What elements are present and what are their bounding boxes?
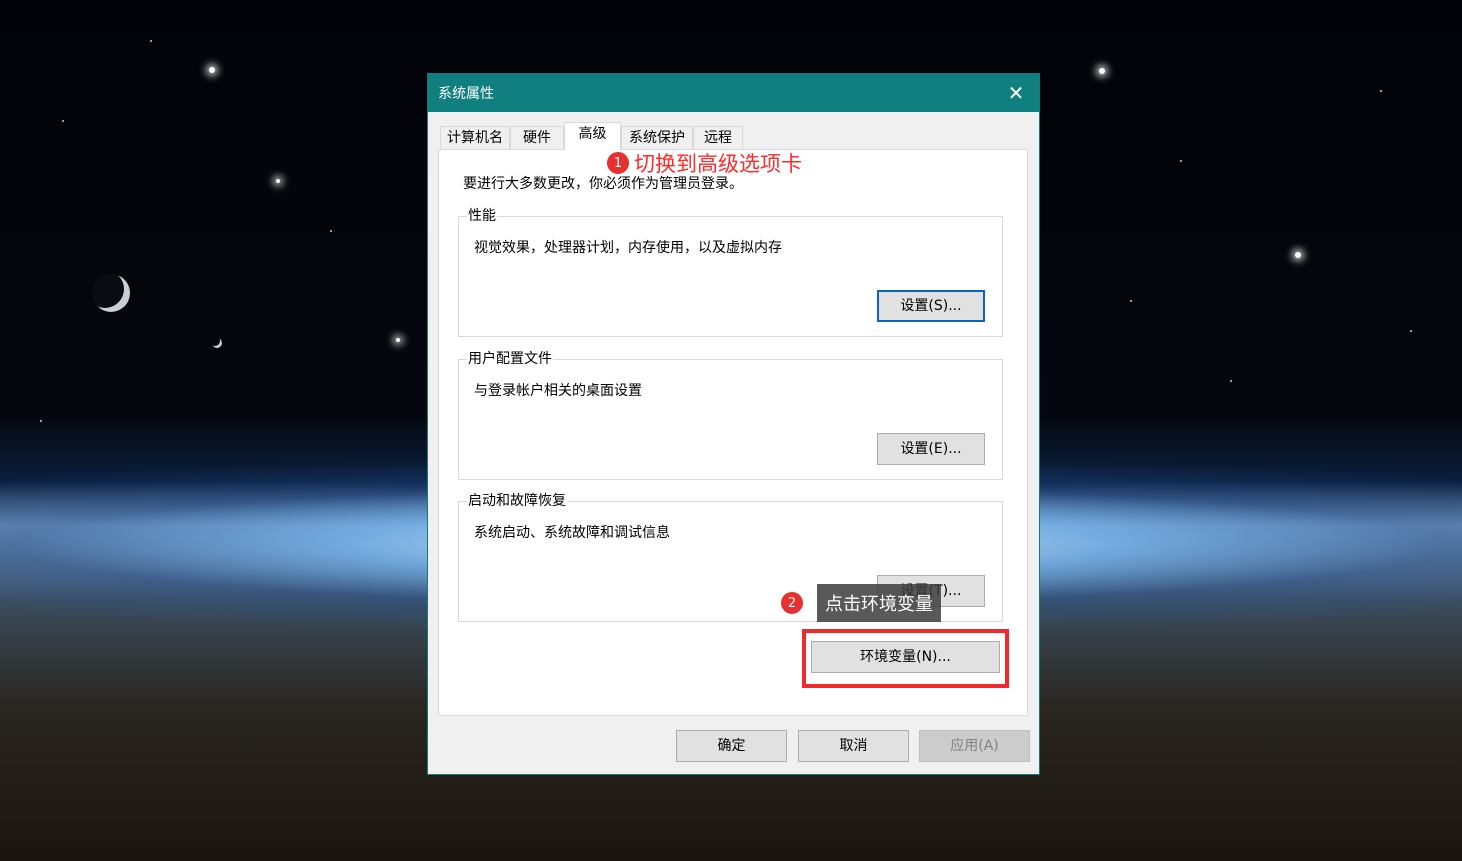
user-profiles-group: 用户配置文件 与登录帐户相关的桌面设置 设置(E)...	[458, 350, 1003, 480]
apply-button: 应用(A)	[919, 730, 1030, 762]
moon	[92, 274, 130, 312]
star	[62, 120, 64, 122]
title-bar[interactable]: 系统属性 ✕	[428, 74, 1039, 112]
star	[1130, 300, 1132, 302]
star	[40, 420, 42, 422]
star	[1295, 252, 1301, 258]
tab-remote[interactable]: 远程	[693, 126, 743, 149]
star	[276, 179, 280, 183]
annotation-step-1: 1 切换到高级选项卡	[606, 148, 802, 178]
performance-settings-button[interactable]: 设置(S)...	[877, 290, 985, 322]
annotation-text: 切换到高级选项卡	[634, 152, 802, 176]
star	[1410, 330, 1412, 332]
star	[1099, 68, 1105, 74]
moon	[212, 338, 222, 348]
close-icon: ✕	[1007, 81, 1025, 105]
group-description: 与登录帐户相关的桌面设置	[474, 383, 642, 399]
annotation-text: 点击环境变量	[817, 584, 941, 622]
tab-hardware[interactable]: 硬件	[510, 126, 564, 149]
star	[150, 40, 152, 42]
highlight-box	[802, 629, 1009, 688]
close-button[interactable]: ✕	[993, 74, 1039, 112]
tab-computer-name[interactable]: 计算机名	[440, 126, 510, 149]
star	[1230, 380, 1232, 382]
star	[1380, 90, 1382, 92]
window-title: 系统属性	[438, 86, 494, 102]
annotation-step-2: 2 点击环境变量	[780, 584, 941, 622]
group-description: 系统启动、系统故障和调试信息	[474, 525, 670, 541]
tab-system-protection[interactable]: 系统保护	[621, 126, 693, 149]
step-number-badge: 2	[780, 591, 804, 615]
star	[396, 338, 400, 342]
step-number-badge: 1	[606, 151, 630, 175]
cancel-button[interactable]: 取消	[798, 730, 909, 762]
tab-advanced[interactable]: 高级	[564, 122, 621, 150]
star	[209, 67, 215, 73]
group-label: 启动和故障恢复	[467, 492, 567, 510]
group-label: 性能	[467, 207, 497, 225]
ok-button[interactable]: 确定	[676, 730, 787, 762]
group-label: 用户配置文件	[467, 350, 553, 368]
user-profiles-settings-button[interactable]: 设置(E)...	[877, 433, 985, 465]
star	[330, 230, 332, 232]
group-description: 视觉效果，处理器计划，内存使用，以及虚拟内存	[474, 240, 782, 256]
performance-group: 性能 视觉效果，处理器计划，内存使用，以及虚拟内存 设置(S)...	[458, 207, 1003, 337]
star	[1180, 160, 1182, 162]
